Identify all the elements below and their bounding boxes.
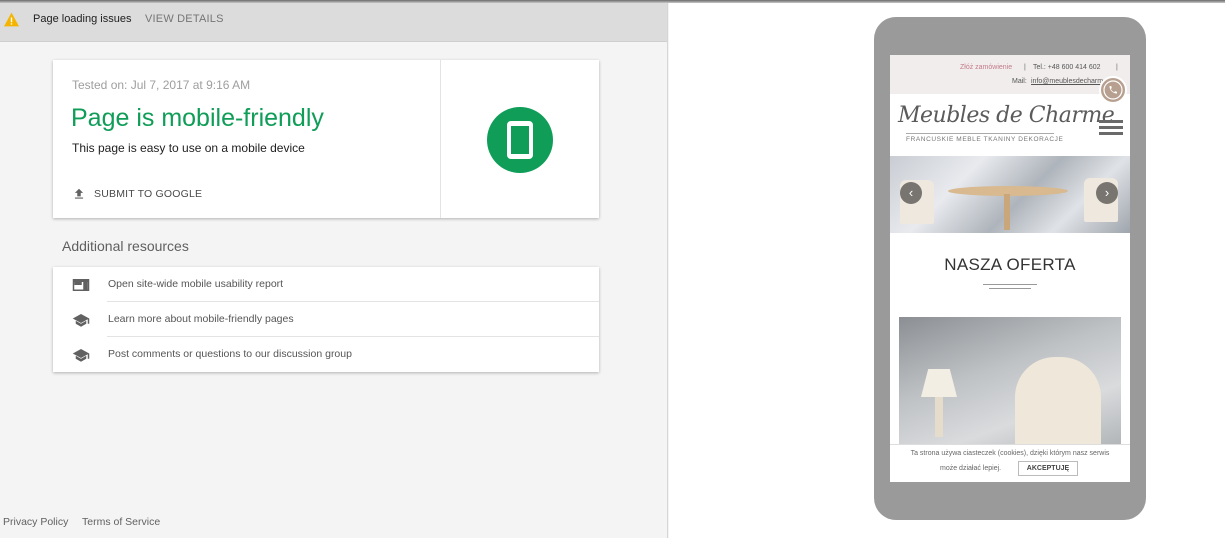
rendered-page-screenshot[interactable]: Złóż zamówienie | Tel.: +48 600 414 602 … bbox=[890, 55, 1130, 482]
site-topbar: Złóż zamówienie | Tel.: +48 600 414 602 … bbox=[890, 55, 1130, 94]
heading-divider bbox=[983, 284, 1037, 285]
cookie-text: może działać lepiej. bbox=[940, 465, 1002, 472]
preview-panel: Złóż zamówienie | Tel.: +48 600 414 602 … bbox=[669, 0, 1225, 538]
top-shadow bbox=[0, 0, 1225, 3]
submit-label: SUBMIT TO GOOGLE bbox=[94, 188, 203, 200]
order-link: Złóż zamówienie bbox=[960, 64, 1013, 71]
accept-cookies-button: AKCEPTUJĘ bbox=[1018, 461, 1078, 476]
list-item[interactable]: Learn more about mobile-friendly pages bbox=[53, 302, 599, 337]
additional-resources-title: Additional resources bbox=[62, 238, 189, 254]
mail-label: Mail: bbox=[1012, 78, 1027, 85]
list-item-label: Post comments or questions to our discus… bbox=[108, 348, 352, 360]
site-header: Meubles de Charme FRANCUSKIE MEBLE TKANI… bbox=[890, 94, 1130, 155]
list-item[interactable]: Open site-wide mobile usability report bbox=[53, 267, 599, 302]
site-logo: Meubles de Charme bbox=[898, 103, 1115, 128]
topbar-separator: | bbox=[1116, 64, 1118, 71]
tested-on: Tested on: Jul 7, 2017 at 9:16 AM bbox=[72, 78, 251, 92]
smartphone-icon bbox=[507, 121, 533, 159]
phone-call-icon bbox=[1099, 76, 1127, 104]
banner-text: Page loading issues bbox=[33, 13, 132, 25]
lamp-shade bbox=[921, 369, 957, 397]
phone-frame: Złóż zamówienie | Tel.: +48 600 414 602 … bbox=[874, 17, 1146, 520]
handset-icon bbox=[1103, 80, 1123, 100]
result-card: Tested on: Jul 7, 2017 at 9:16 AM Page i… bbox=[53, 60, 599, 218]
phone-number: Tel.: +48 600 414 602 bbox=[1033, 64, 1101, 71]
privacy-policy-link[interactable]: Privacy Policy bbox=[3, 516, 68, 528]
list-item-label: Open site-wide mobile usability report bbox=[108, 278, 284, 290]
table-leg bbox=[1004, 194, 1010, 230]
result-title: Page is mobile-friendly bbox=[71, 104, 324, 132]
lamp-base bbox=[935, 397, 943, 437]
additional-resources-list: Open site-wide mobile usability report L… bbox=[53, 267, 599, 372]
slider-next-icon: › bbox=[1096, 182, 1118, 204]
school-icon bbox=[72, 314, 90, 327]
report-icon bbox=[72, 279, 90, 291]
view-details-link[interactable]: VIEW DETAILS bbox=[145, 13, 224, 25]
card-divider bbox=[440, 60, 441, 218]
results-panel: Page loading issues VIEW DETAILS Tested … bbox=[0, 0, 668, 538]
upload-icon bbox=[74, 188, 84, 199]
hero-slider: ‹ › bbox=[890, 156, 1130, 233]
terms-of-service-link[interactable]: Terms of Service bbox=[82, 516, 160, 528]
site-tagline: FRANCUSKIE MEBLE TKANINY DEKORACJE bbox=[906, 136, 1064, 143]
hamburger-menu-icon bbox=[1099, 120, 1123, 136]
mobile-friendly-badge bbox=[487, 107, 553, 173]
loading-issues-banner: Page loading issues VIEW DETAILS bbox=[0, 0, 667, 42]
warning-icon bbox=[4, 12, 19, 27]
list-item-label: Learn more about mobile-friendly pages bbox=[108, 313, 294, 325]
cookie-bar: Ta strona używa ciasteczek (cookies), dz… bbox=[890, 444, 1130, 482]
offer-heading: NASZA OFERTA bbox=[944, 255, 1076, 274]
heading-divider bbox=[989, 288, 1031, 289]
list-item[interactable]: Post comments or questions to our discus… bbox=[53, 337, 599, 372]
topbar-separator: | bbox=[1024, 64, 1026, 71]
school-icon bbox=[72, 349, 90, 362]
submit-to-google-button[interactable]: SUBMIT TO GOOGLE bbox=[72, 185, 202, 203]
slider-prev-icon: ‹ bbox=[900, 182, 922, 204]
logo-underline bbox=[906, 133, 1054, 134]
cookie-text: Ta strona używa ciasteczek (cookies), dz… bbox=[910, 450, 1110, 457]
result-description: This page is easy to use on a mobile dev… bbox=[72, 141, 305, 155]
